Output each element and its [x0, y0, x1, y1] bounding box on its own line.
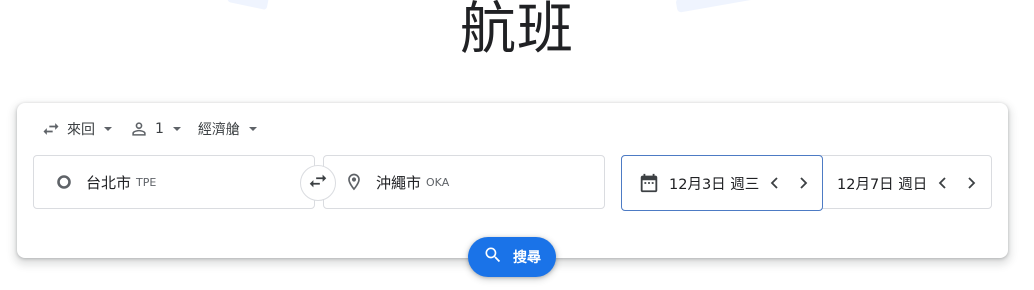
page-title: 航班	[460, 0, 574, 62]
person-icon	[129, 119, 149, 139]
search-options-row: 來回 1 經濟艙	[41, 118, 274, 140]
chevron-left-icon[interactable]	[761, 169, 789, 197]
circle-icon	[52, 170, 76, 194]
passenger-count: 1	[155, 121, 164, 137]
search-button-label: 搜尋	[513, 250, 541, 266]
passengers-dropdown[interactable]: 1	[129, 119, 182, 139]
search-button[interactable]: 搜尋	[468, 237, 556, 277]
cabin-class-dropdown[interactable]: 經濟艙	[198, 119, 258, 139]
calendar-icon	[638, 172, 660, 194]
trip-type-label: 來回	[67, 122, 95, 138]
departure-date-field[interactable]: 12月3日 週三	[621, 155, 823, 211]
destination-input[interactable]: 沖繩市 OKA	[323, 155, 605, 209]
departure-date-text: 12月3日 週三	[669, 176, 760, 193]
trip-type-dropdown[interactable]: 來回	[41, 119, 113, 139]
destination-code: OKA	[426, 175, 450, 189]
search-icon	[483, 245, 503, 269]
flight-search-form: 來回 1 經濟艙 台北市 TPE 沖繩市 OKA 12月3日 週三 12月7日 …	[17, 103, 1008, 258]
dropdown-arrow-icon	[103, 124, 113, 134]
chevron-left-icon[interactable]	[929, 169, 957, 197]
return-date-field[interactable]: 12月7日 週日	[823, 156, 992, 210]
swap-locations-button[interactable]	[300, 165, 336, 201]
location-pin-icon	[342, 170, 366, 194]
origin-city: 台北市	[86, 173, 132, 192]
swap-horiz-icon	[41, 119, 61, 139]
dropdown-arrow-icon	[172, 124, 182, 134]
date-picker: 12月3日 週三 12月7日 週日	[621, 155, 992, 211]
chevron-right-icon[interactable]	[789, 169, 817, 197]
destination-city: 沖繩市	[376, 173, 422, 192]
origin-code: TPE	[136, 175, 157, 189]
return-date-text: 12月7日 週日	[837, 176, 928, 193]
origin-input[interactable]: 台北市 TPE	[33, 155, 315, 209]
cabin-class-label: 經濟艙	[197, 122, 240, 138]
swap-arrows-icon	[307, 170, 329, 196]
chevron-right-icon[interactable]	[957, 169, 985, 197]
dropdown-arrow-icon	[248, 124, 258, 134]
